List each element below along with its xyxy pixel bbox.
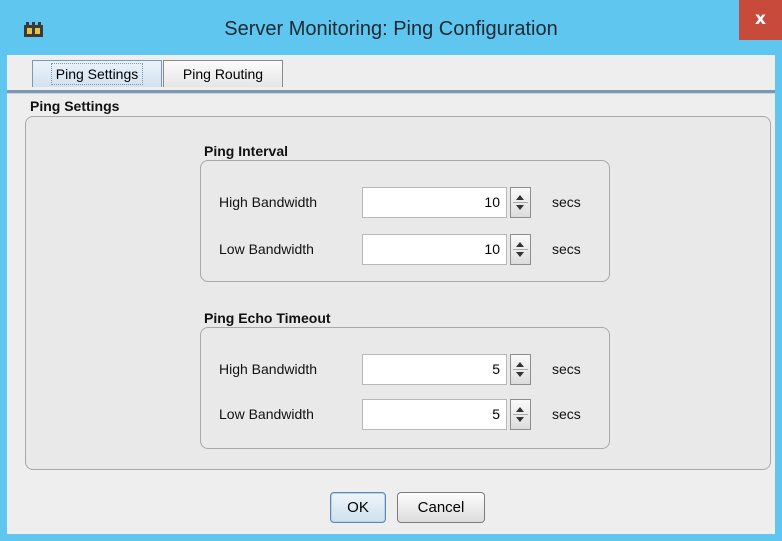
interval-high-input[interactable]: 10 [362, 187, 507, 218]
spin-up-icon[interactable] [516, 407, 524, 412]
close-icon: x [755, 9, 766, 29]
title-bar[interactable]: Server Monitoring: Ping Configuration x [0, 0, 782, 62]
interval-low-input[interactable]: 10 [362, 234, 507, 265]
row-label: High Bandwidth [219, 361, 318, 377]
group-title-ping-interval: Ping Interval [204, 143, 289, 159]
unit-label: secs [552, 361, 581, 377]
tab-label: Ping Routing [182, 66, 264, 82]
group-title-ping-echo-timeout: Ping Echo Timeout [204, 310, 331, 326]
dialog-window: Server Monitoring: Ping Configuration x … [0, 0, 782, 541]
unit-label: secs [552, 406, 581, 422]
spinner-divider [513, 249, 528, 250]
tab-ping-settings[interactable]: Ping Settings [32, 60, 162, 87]
unit-label: secs [552, 241, 581, 257]
timeout-low-spinner: 5 [362, 399, 537, 430]
timeout-high-input[interactable]: 5 [362, 354, 507, 385]
spinner-buttons[interactable] [510, 354, 531, 385]
tab-label: Ping Settings [50, 63, 144, 85]
cancel-button[interactable]: Cancel [397, 492, 485, 523]
spin-up-icon[interactable] [516, 242, 524, 247]
spinner-divider [513, 369, 528, 370]
spinner-buttons[interactable] [510, 187, 531, 218]
timeout-high-spinner: 5 [362, 354, 537, 385]
row-label: High Bandwidth [219, 194, 318, 210]
close-button[interactable]: x [739, 0, 782, 40]
spin-up-icon[interactable] [516, 362, 524, 367]
spinner-divider [513, 202, 528, 203]
spin-down-icon[interactable] [516, 205, 524, 210]
spinner-divider [513, 414, 528, 415]
spinner-buttons[interactable] [510, 399, 531, 430]
spin-up-icon[interactable] [516, 195, 524, 200]
spin-down-icon[interactable] [516, 252, 524, 257]
interval-high-spinner: 10 [362, 187, 537, 218]
ok-button[interactable]: OK [330, 492, 386, 523]
tab-bar: Ping Settings Ping Routing [7, 55, 775, 91]
row-label: Low Bandwidth [219, 406, 314, 422]
spin-down-icon[interactable] [516, 417, 524, 422]
group-ping-echo-timeout [200, 327, 610, 449]
timeout-low-input[interactable]: 5 [362, 399, 507, 430]
tab-divider-highlight [7, 93, 775, 94]
window-title: Server Monitoring: Ping Configuration [224, 18, 558, 40]
panel-title: Ping Settings [30, 98, 120, 114]
unit-label: secs [552, 194, 581, 210]
row-label: Low Bandwidth [219, 241, 314, 257]
spin-down-icon[interactable] [516, 372, 524, 377]
tab-ping-routing[interactable]: Ping Routing [163, 60, 283, 87]
interval-low-spinner: 10 [362, 234, 537, 265]
spinner-buttons[interactable] [510, 234, 531, 265]
